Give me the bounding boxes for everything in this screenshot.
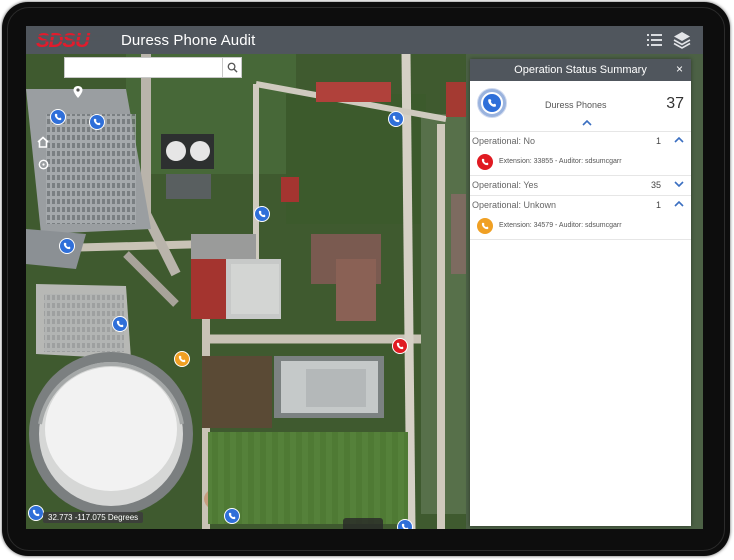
close-icon[interactable]: × xyxy=(676,62,683,76)
phone-icon xyxy=(228,512,236,520)
home-button[interactable] xyxy=(33,132,53,152)
summary-count: 37 xyxy=(666,95,684,112)
layers-button[interactable] xyxy=(672,30,692,50)
duress-phone-marker[interactable] xyxy=(397,519,413,529)
duress-phone-marker[interactable] xyxy=(59,238,75,254)
phone-icon xyxy=(116,320,124,328)
phone-icon xyxy=(63,242,71,250)
phone-icon xyxy=(178,355,186,363)
panel-title: Operation Status Summary xyxy=(514,64,647,76)
my-location-icon xyxy=(38,159,48,169)
list-button[interactable] xyxy=(645,30,665,50)
duress-phone-marker-unknown[interactable] xyxy=(174,351,190,367)
phone-icon xyxy=(477,154,493,170)
logo-wordmark: SDSU xyxy=(36,30,104,50)
search-button[interactable] xyxy=(222,57,242,78)
duress-phone-marker[interactable] xyxy=(224,508,240,524)
panel-divider xyxy=(470,239,691,240)
duress-phone-marker[interactable] xyxy=(112,316,128,332)
summary-row: Duress Phones 37 xyxy=(470,81,691,126)
locate-icon xyxy=(73,86,83,98)
my-location-button[interactable] xyxy=(33,154,53,174)
chevron-up-icon[interactable] xyxy=(672,197,686,211)
phone-icon xyxy=(32,509,40,517)
group-label: Operational: Yes xyxy=(472,180,539,190)
panel-header: Operation Status Summary × xyxy=(470,59,691,81)
duress-phone-marker[interactable] xyxy=(388,111,404,127)
group-count: 1 xyxy=(655,136,661,146)
feature-label: Extension: 33855 - Auditor: sdsumcgarr xyxy=(499,158,622,165)
group-label: Operational: Unkown xyxy=(472,200,557,210)
group-operational-yes[interactable]: Operational: Yes 35 xyxy=(470,175,691,195)
group-label: Operational: No xyxy=(472,136,536,146)
feature-label: Extension: 34579 - Auditor: sdsumcgarr xyxy=(499,222,622,229)
feature-item[interactable]: Extension: 34579 - Auditor: sdsumcgarr xyxy=(470,215,691,239)
attribution-toggle[interactable] xyxy=(343,518,383,529)
phone-icon xyxy=(54,113,62,121)
app-header: SDSU Duress Phone Audit xyxy=(26,26,703,54)
summary-label: Duress Phones xyxy=(545,100,607,110)
phone-icon xyxy=(93,118,101,126)
app-title: Duress Phone Audit xyxy=(121,31,256,49)
group-operational-unknown[interactable]: Operational: Unkown 1 xyxy=(470,195,691,215)
search-input[interactable] xyxy=(64,57,242,78)
chevron-up-icon[interactable] xyxy=(582,120,592,126)
phone-icon xyxy=(477,218,493,234)
layers-icon xyxy=(673,32,691,49)
phone-icon xyxy=(401,523,409,529)
phone-icon xyxy=(396,342,404,350)
group-count: 35 xyxy=(650,180,661,190)
duress-phone-marker[interactable] xyxy=(89,114,105,130)
phone-icon xyxy=(392,115,400,123)
phone-summary-icon xyxy=(477,88,507,118)
group-operational-no[interactable]: Operational: No 1 xyxy=(470,131,691,151)
chevron-down-icon[interactable] xyxy=(672,177,686,191)
duress-phone-marker[interactable] xyxy=(28,505,44,521)
search-icon xyxy=(227,62,238,73)
chevron-up-icon[interactable] xyxy=(672,133,686,147)
list-icon xyxy=(647,34,662,46)
duress-phone-marker-not-operational[interactable] xyxy=(392,338,408,354)
locate-button[interactable] xyxy=(68,82,88,102)
coordinates-readout: 32.773 -117.075 Degrees xyxy=(43,512,144,523)
sdsu-logo: SDSU xyxy=(35,30,111,50)
svg-text:SDSU: SDSU xyxy=(36,30,91,50)
app-screen: 32.773 -117.075 Degrees SDSU Duress Phon… xyxy=(26,26,703,529)
duress-phone-marker[interactable] xyxy=(254,206,270,222)
duress-phone-marker[interactable] xyxy=(50,109,66,125)
phone-icon xyxy=(488,99,496,107)
group-count: 1 xyxy=(655,200,661,210)
feature-item[interactable]: Extension: 33855 - Auditor: sdsumcgarr xyxy=(470,151,691,175)
home-icon xyxy=(37,136,49,148)
phone-icon xyxy=(258,210,266,218)
operation-status-panel: Operation Status Summary × Duress Phones… xyxy=(470,59,691,526)
